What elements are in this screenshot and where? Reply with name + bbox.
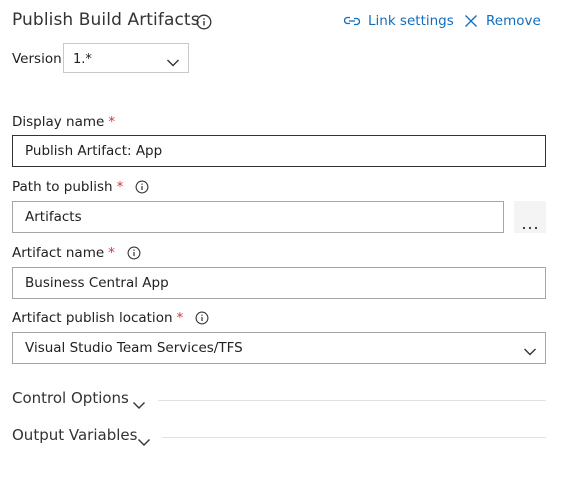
info-icon[interactable] [127,246,141,260]
path-to-publish-label-text: Path to publish [12,179,113,195]
version-label: Version [12,51,62,67]
chevron-down-icon [132,395,146,414]
section-divider [162,437,546,438]
browse-button[interactable] [514,201,546,233]
artifact-publish-location-value: Visual Studio Team Services/TFS [25,340,243,356]
artifact-publish-location-label: Artifact publish location * [12,310,209,326]
artifact-name-label: Artifact name * [12,245,141,261]
remove-label: Remove [486,13,541,29]
control-options-label: Control Options [12,389,129,407]
link-settings-button[interactable]: Link settings [344,13,454,29]
required-marker: * [176,310,184,326]
control-options-section[interactable]: Control Options [12,389,546,411]
ellipsis-icon [522,215,538,234]
close-icon [465,15,477,27]
task-editor-panel: Publish Build Artifacts Link settings Re… [0,0,562,491]
version-dropdown[interactable]: 1.* [63,43,189,73]
version-value: 1.* [73,52,92,67]
artifact-publish-location-dropdown[interactable]: Visual Studio Team Services/TFS [12,332,546,364]
link-settings-label: Link settings [368,13,454,29]
link-icon [344,16,360,26]
info-icon[interactable] [135,180,149,194]
artifact-publish-location-label-text: Artifact publish location [12,310,173,326]
path-to-publish-label: Path to publish * [12,179,149,195]
section-divider [158,400,546,401]
artifact-name-label-text: Artifact name [12,245,105,261]
display-name-input[interactable]: Publish Artifact: App [12,135,546,167]
path-to-publish-input[interactable]: Artifacts [12,201,504,233]
display-name-label-text: Display name [12,114,105,130]
required-marker: * [108,245,115,261]
output-variables-section[interactable]: Output Variables [12,426,546,448]
remove-button[interactable]: Remove [464,13,541,29]
output-variables-label: Output Variables [12,426,138,444]
display-name-label: Display name * [12,114,115,130]
task-title: Publish Build Artifacts [12,10,200,30]
chevron-down-icon [137,432,151,451]
info-icon[interactable] [195,311,209,325]
info-icon[interactable] [196,14,212,30]
chevron-down-icon [523,342,537,361]
required-marker: * [116,179,124,195]
task-header: Publish Build Artifacts Link settings Re… [12,10,546,36]
artifact-name-input[interactable]: Business Central App [12,267,546,299]
chevron-down-icon [166,53,180,72]
required-marker: * [108,114,116,130]
